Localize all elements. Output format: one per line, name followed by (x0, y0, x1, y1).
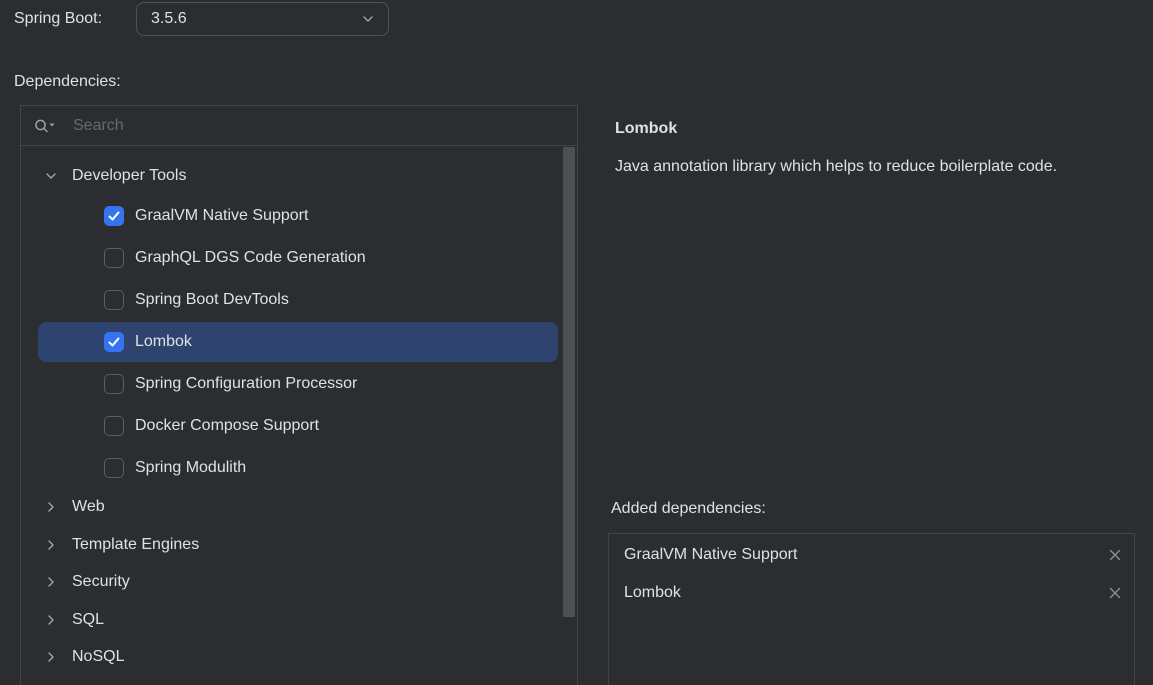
tree-item-label: GraalVM Native Support (135, 207, 308, 225)
chevron-down-icon[interactable] (45, 170, 57, 182)
search-input[interactable] (71, 116, 505, 136)
tree-node-label: NoSQL (72, 648, 124, 666)
tree-node-nosql[interactable]: NoSQL (21, 637, 581, 677)
tree-item-spring-boot-devtools[interactable]: Spring Boot DevTools (21, 280, 640, 320)
tree-node-web[interactable]: Web (21, 487, 581, 527)
chevron-right-icon[interactable] (45, 501, 57, 513)
tree-item-label: Lombok (135, 333, 192, 351)
dependency-title: Lombok (615, 118, 677, 140)
tree-node-label: SQL (72, 611, 104, 629)
checkbox-unchecked[interactable] (104, 374, 124, 394)
tree-node-sql[interactable]: SQL (21, 600, 581, 640)
tree-item-label: Docker Compose Support (135, 417, 319, 435)
spring-boot-label: Spring Boot: (14, 8, 102, 30)
added-dependency-label: GraalVM Native Support (624, 546, 797, 564)
checkbox-unchecked[interactable] (104, 458, 124, 478)
spring-boot-version-combobox[interactable]: 3.5.6 (136, 2, 389, 36)
tree-node-developer-tools[interactable]: Developer Tools (21, 156, 581, 196)
dependencies-tree-panel: Developer Tools GraalVM Native Support G… (20, 105, 578, 685)
tree-item-label: Spring Modulith (135, 459, 246, 477)
checkbox-checked[interactable] (104, 332, 124, 352)
checkbox-unchecked[interactable] (104, 416, 124, 436)
chevron-right-icon[interactable] (45, 576, 57, 588)
tree-item-spring-modulith[interactable]: Spring Modulith (21, 448, 640, 488)
scrollbar-thumb[interactable] (563, 147, 575, 617)
checkbox-unchecked[interactable] (104, 290, 124, 310)
added-dependency-label: Lombok (624, 584, 681, 602)
tree-item-label: GraphQL DGS Code Generation (135, 249, 366, 267)
added-dependencies-box: GraalVM Native Support Lombok (608, 533, 1135, 685)
dependencies-label: Dependencies: (14, 71, 121, 93)
tree-item-docker-compose-support[interactable]: Docker Compose Support (21, 406, 640, 446)
close-icon[interactable] (1106, 546, 1124, 564)
search-icon[interactable] (33, 118, 57, 134)
search-row (21, 106, 577, 146)
tree-item-graphql-dgs-code-generation[interactable]: GraphQL DGS Code Generation (21, 238, 640, 278)
tree-node-label: Web (72, 498, 105, 516)
tree-node-security[interactable]: Security (21, 562, 581, 602)
checkbox-checked[interactable] (104, 206, 124, 226)
tree-item-label: Spring Configuration Processor (135, 375, 357, 393)
tree-item-graalvm-native-support[interactable]: GraalVM Native Support (21, 196, 640, 236)
chevron-down-icon (361, 12, 375, 26)
added-dependency-row[interactable]: Lombok (609, 574, 1134, 612)
close-icon[interactable] (1106, 584, 1124, 602)
tree-item-lombok[interactable]: Lombok (21, 322, 640, 362)
tree-node-label: Developer Tools (72, 167, 186, 185)
added-dependency-row[interactable]: GraalVM Native Support (609, 536, 1134, 574)
chevron-right-icon[interactable] (45, 539, 57, 551)
chevron-right-icon[interactable] (45, 651, 57, 663)
tree-node-template-engines[interactable]: Template Engines (21, 525, 581, 565)
dependency-description: Java annotation library which helps to r… (615, 153, 1085, 180)
checkbox-unchecked[interactable] (104, 248, 124, 268)
spring-boot-version-value: 3.5.6 (151, 10, 187, 28)
spring-initializr-dependencies-screen: Spring Boot: 3.5.6 Dependencies: Dev (0, 0, 1153, 685)
added-dependencies-label: Added dependencies: (611, 498, 766, 520)
tree-node-label: Security (72, 573, 130, 591)
chevron-right-icon[interactable] (45, 614, 57, 626)
tree-item-spring-configuration-processor[interactable]: Spring Configuration Processor (21, 364, 640, 404)
tree-node-label: Template Engines (72, 536, 199, 554)
tree-item-label: Spring Boot DevTools (135, 291, 289, 309)
